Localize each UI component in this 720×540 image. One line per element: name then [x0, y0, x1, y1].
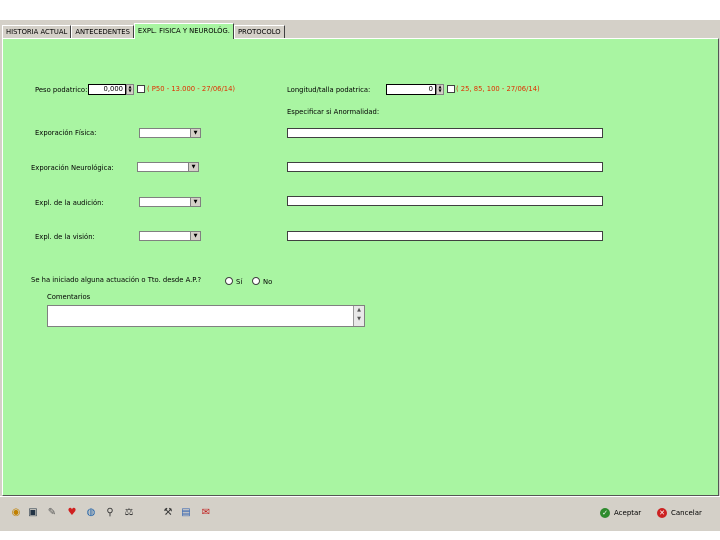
exploracion-neurologica-label: Exporación Neurológica: [31, 164, 114, 172]
radio-no-label: No [263, 278, 273, 286]
exploration-panel: Peso podatrico: 0,000 ▲ ▼ ( P50 - 13.000 … [2, 38, 719, 496]
chevron-down-icon: ▼ [190, 232, 200, 240]
heart-icon[interactable]: ♥ [66, 507, 78, 519]
cancelar-button[interactable]: ✕ Cancelar [657, 507, 702, 519]
pencil-icon[interactable]: ✎ [46, 507, 58, 519]
exploracion-fisica-text[interactable] [287, 128, 603, 138]
globe-icon[interactable]: ◍ [85, 507, 97, 519]
radio-si[interactable] [225, 277, 233, 285]
comentarios-label: Comentarios [47, 293, 91, 301]
comentarios-textarea[interactable]: ▲ ▼ [47, 305, 365, 327]
audicion-select[interactable]: ▼ [139, 197, 201, 207]
tab-exploracion[interactable]: EXPL. FISICA Y NEUROLÓG. [133, 23, 234, 39]
document-icon[interactable]: ▤ [180, 507, 192, 519]
magnifier-icon[interactable]: ⚲ [104, 507, 116, 519]
envelope-icon[interactable]: ✉ [200, 507, 212, 519]
cancelar-label: Cancelar [671, 509, 702, 517]
longitud-label: Longitud/talla podatrica: [287, 86, 371, 94]
tools-icon[interactable]: ⚒ [162, 507, 174, 519]
chevron-down-icon: ▼ [188, 163, 198, 171]
audicion-label: Expl. de la audición: [35, 199, 104, 207]
peso-label: Peso podatrico: [35, 86, 88, 94]
exploracion-fisica-select[interactable]: ▼ [139, 128, 201, 138]
radio-no[interactable] [252, 277, 260, 285]
peso-note: ( P50 - 13.000 - 27/06/14) [147, 85, 236, 93]
bottom-toolbar: ◉ ▣ ✎ ♥ ◍ ⚲ ⚖ ⚒ ▤ ✉ ✓ Aceptar ✕ Cancelar [0, 496, 720, 531]
vision-select[interactable]: ▼ [139, 231, 201, 241]
peso-checkbox[interactable] [137, 85, 145, 93]
monitor-icon[interactable]: ▣ [27, 507, 39, 519]
comentarios-scrollbar[interactable]: ▲ ▼ [353, 306, 364, 326]
tab-antecedentes[interactable]: ANTECEDENTES [71, 25, 134, 39]
peso-spinner[interactable]: ▲ ▼ [126, 84, 134, 95]
peso-input[interactable]: 0,000 [88, 84, 126, 95]
exploracion-neurologica-select[interactable]: ▼ [137, 162, 199, 172]
scale-icon[interactable]: ⚖ [123, 507, 135, 519]
chevron-down-icon: ▼ [190, 198, 200, 206]
longitud-input[interactable]: 0 [386, 84, 436, 95]
scroll-up-icon[interactable]: ▲ [354, 306, 364, 315]
aceptar-button[interactable]: ✓ Aceptar [600, 507, 641, 519]
vision-label: Expl. de la visión: [35, 233, 95, 241]
cancel-icon: ✕ [657, 508, 667, 518]
exploracion-neurologica-text[interactable] [287, 162, 603, 172]
tab-strip: HISTORIA ACTUAL ANTECEDENTES EXPL. FISIC… [2, 23, 285, 39]
tab-protocolo[interactable]: PROTOCOLO [233, 25, 285, 39]
app-window: HISTORIA ACTUAL ANTECEDENTES EXPL. FISIC… [0, 20, 720, 531]
aceptar-label: Aceptar [614, 509, 642, 517]
chevron-down-icon: ▼ [190, 129, 200, 137]
check-icon: ✓ [600, 508, 610, 518]
longitud-note: ( 25, 85, 100 - 27/06/14) [456, 85, 540, 93]
exploracion-fisica-label: Exporación Física: [35, 129, 97, 137]
radio-si-label: Sí [236, 278, 243, 286]
scroll-down-icon[interactable]: ▼ [354, 315, 364, 324]
actuacion-question-label: Se ha iniciado alguna actuación o Tto. d… [31, 276, 202, 284]
audicion-text[interactable] [287, 196, 603, 206]
life-ring-icon[interactable]: ◉ [10, 507, 22, 519]
longitud-spinner[interactable]: ▲ ▼ [436, 84, 444, 95]
especificar-label: Especificar si Anormalidad: [287, 108, 380, 116]
tab-historia-actual[interactable]: HISTORIA ACTUAL [2, 25, 72, 39]
vision-text[interactable] [287, 231, 603, 241]
longitud-checkbox[interactable] [447, 85, 455, 93]
